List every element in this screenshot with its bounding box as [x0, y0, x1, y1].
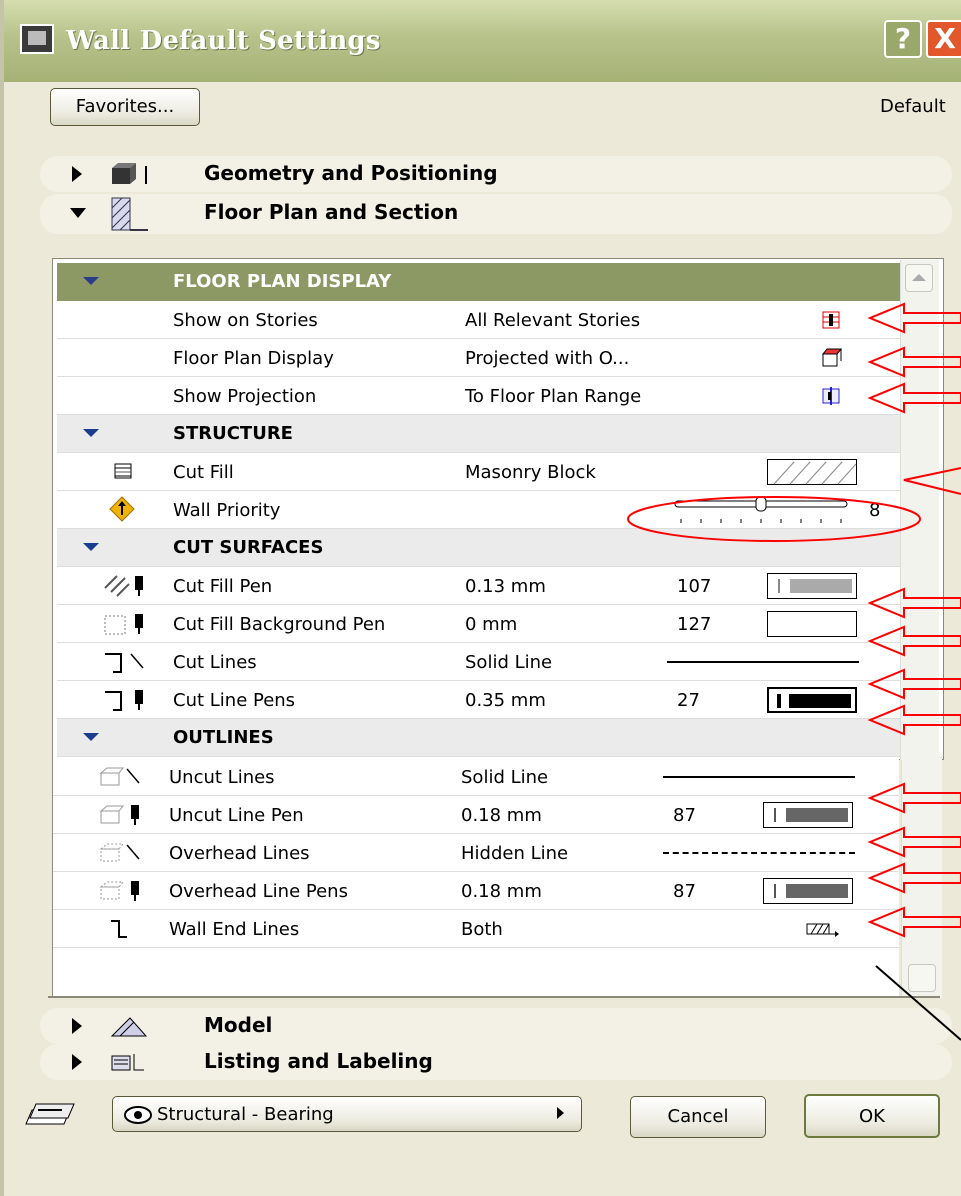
annotation-pointer-line	[875, 965, 961, 1041]
annotation-arrow	[867, 704, 961, 736]
annotation-overlay	[627, 302, 961, 1041]
annotation-arrow	[867, 826, 961, 858]
annotation-arrow	[867, 625, 961, 657]
annotation-arrow	[867, 382, 961, 414]
annotation-ellipse	[627, 496, 921, 542]
annotation-arrow	[867, 302, 961, 334]
annotation-arrow	[903, 467, 961, 495]
annotation-arrow	[867, 587, 961, 619]
annotation-arrow	[867, 668, 961, 700]
annotation-arrow	[867, 862, 961, 894]
annotation-arrow	[867, 346, 961, 378]
annotation-arrow	[867, 906, 961, 938]
annotation-arrow	[867, 782, 961, 814]
